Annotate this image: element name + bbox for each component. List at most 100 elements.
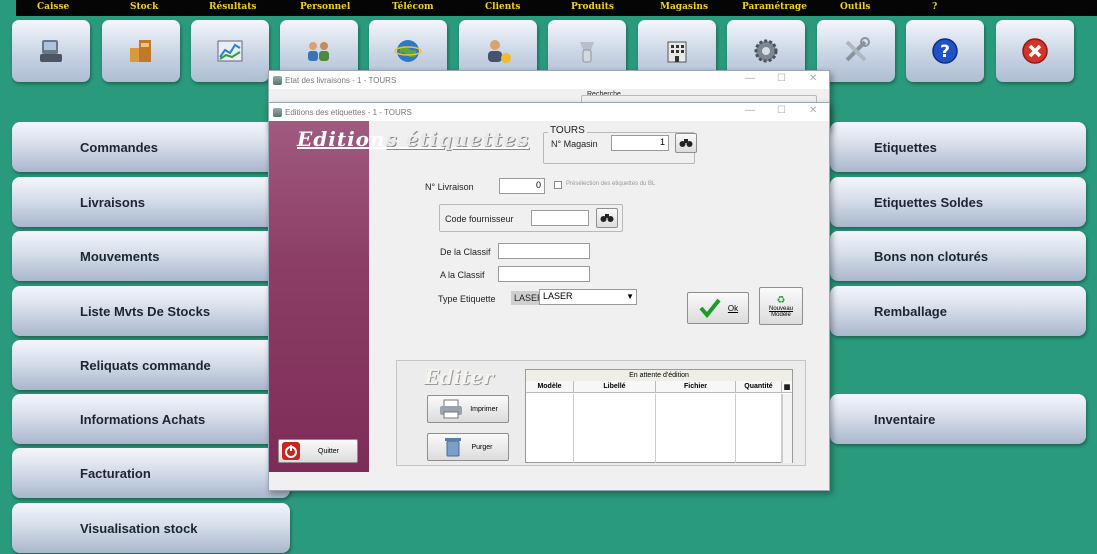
dialog-sidebar-band [269,121,369,472]
store-no-label: N° Magasin [551,139,598,149]
col-libelle[interactable]: Libellé [574,381,656,392]
checkmark-icon [699,298,721,319]
minimize-icon[interactable]: — [745,73,755,84]
delivery-no-label: N° Livraison [425,182,474,192]
personnel-icon [308,42,329,61]
supplier-field[interactable] [531,210,589,226]
menu-clients[interactable]: Clients [485,2,521,12]
products-icon [580,42,594,63]
col-divider [574,394,656,463]
pending-table[interactable]: En attente d'édition Modèle Libellé Fich… [525,369,793,463]
help-tile[interactable]: ? [906,20,984,82]
type-label: Type Etiquette [438,294,496,304]
svg-text:?: ? [940,42,950,62]
preselect-label: Présélection des etiquettes du BL [566,181,656,187]
new-model-label-2: Modèle [771,311,791,318]
col-divider [656,394,736,463]
from-classif-field[interactable] [498,243,590,259]
stock-tile[interactable] [102,20,180,82]
etiquettes-soldes-button[interactable]: Etiquettes Soldes [830,177,1086,227]
commandes-button[interactable]: Commandes [12,122,290,172]
from-classif-label: De la Classif [440,247,491,257]
col-quantite[interactable]: Quantité [736,381,782,392]
preselect-checkbox[interactable] [554,181,562,189]
maximize-icon[interactable]: ☐ [777,73,786,84]
editer-heading: Editer [424,365,494,389]
ok-button[interactable]: Ok [687,292,749,324]
mouvements-button[interactable]: Mouvements [12,231,290,281]
pending-table-body [526,394,782,463]
type-select[interactable]: LASER ▼ [539,289,637,305]
etiquettes-button[interactable]: Etiquettes [830,122,1086,172]
menu-resultats[interactable]: Résultats [209,2,256,12]
dialog-heading-part2: s étiquettes [385,127,530,151]
register-tile[interactable] [12,20,90,82]
delivery-status-titlebar: Etat des livraisons - 1 - TOURS — ☐ ✕ [269,71,829,89]
store-search-button[interactable] [675,133,697,153]
printer-icon [440,399,463,419]
power-icon [282,442,300,460]
menu-telecom[interactable]: Télécom [392,2,434,12]
label-editions-title: Editions des etiquettes - 1 - TOURS [285,107,412,117]
minimize-icon[interactable]: — [745,105,755,116]
pending-table-header: Modèle Libellé Fichier Quantité ▦ [526,381,792,393]
print-label: Imprimer [470,405,498,413]
quit-label: Quitter [318,447,340,455]
table-scrollbar[interactable] [782,394,792,463]
app-icon [273,107,282,117]
close-window-icon[interactable]: ✕ [809,105,817,116]
menu-help[interactable]: ? [932,2,937,12]
type-select-value: LASER [543,291,573,301]
menu-bar: Caisse Stock Résultats Personnel Télécom… [0,0,1097,16]
app-icon [273,75,282,85]
menu-outils[interactable]: Outils [840,2,870,12]
visualisation-stock-button[interactable]: Visualisation stock [12,503,290,553]
purge-button[interactable]: Purger [427,433,509,461]
results-tile[interactable] [191,20,269,82]
maximize-icon[interactable]: ☐ [777,105,786,116]
menu-produits[interactable]: Produits [571,2,614,12]
col-modele[interactable]: Modèle [526,381,574,392]
tools-icon [845,37,870,62]
delivery-status-title: Etat des livraisons - 1 - TOURS [285,75,397,85]
stock-boxes-icon [130,40,151,62]
dialog-heading-part1: Edition [297,127,386,151]
close-window-icon[interactable]: ✕ [809,73,817,84]
facturation-button[interactable]: Facturation [12,448,290,498]
bons-non-clotures-button[interactable]: Bons non cloturés [830,231,1086,281]
trash-icon [445,438,462,457]
inventaire-button[interactable]: Inventaire [830,394,1086,444]
delivery-no-field[interactable]: 0 [499,178,545,194]
col-fichier[interactable]: Fichier [656,381,736,392]
dialog-heading: Editions étiquettes [297,127,529,151]
exit-tile[interactable] [996,20,1074,82]
quit-button[interactable]: Quitter [278,439,358,463]
remballage-button[interactable]: Remballage [830,286,1086,336]
print-button[interactable]: Imprimer [427,395,509,423]
liste-mvts-stocks-button[interactable]: Liste Mvts De Stocks [12,286,290,336]
clients-icon [488,40,511,63]
store-group-label: TOURS [548,125,587,136]
table-config-icon[interactable]: ▦ [782,381,792,392]
supplier-search-button[interactable] [596,208,618,228]
menu-stock[interactable]: Stock [130,2,158,12]
telecom-globe-icon [394,40,422,62]
col-divider [736,394,782,463]
new-model-button[interactable]: ♻ Nouveau Modèle [759,287,803,325]
reliquats-commande-button[interactable]: Reliquats commande [12,340,290,390]
menu-magasins[interactable]: Magasins [660,2,708,12]
help-icon: ? [932,38,958,64]
label-editions-window[interactable]: Editions des etiquettes - 1 - TOURS — ☐ … [268,102,830,491]
col-divider [526,394,574,463]
close-icon [1022,38,1048,64]
livraisons-button[interactable]: Livraisons [12,177,290,227]
informations-achats-button[interactable]: Informations Achats [12,394,290,444]
stores-icon [667,41,687,63]
menu-personnel[interactable]: Personnel [300,2,350,12]
store-no-field[interactable]: 1 [611,135,669,151]
register-icon [40,40,62,62]
menu-caisse[interactable]: Caisse [37,2,69,12]
corner-accent [0,0,16,16]
menu-parametrage[interactable]: Paramétrage [742,2,807,12]
to-classif-field[interactable] [498,266,590,282]
